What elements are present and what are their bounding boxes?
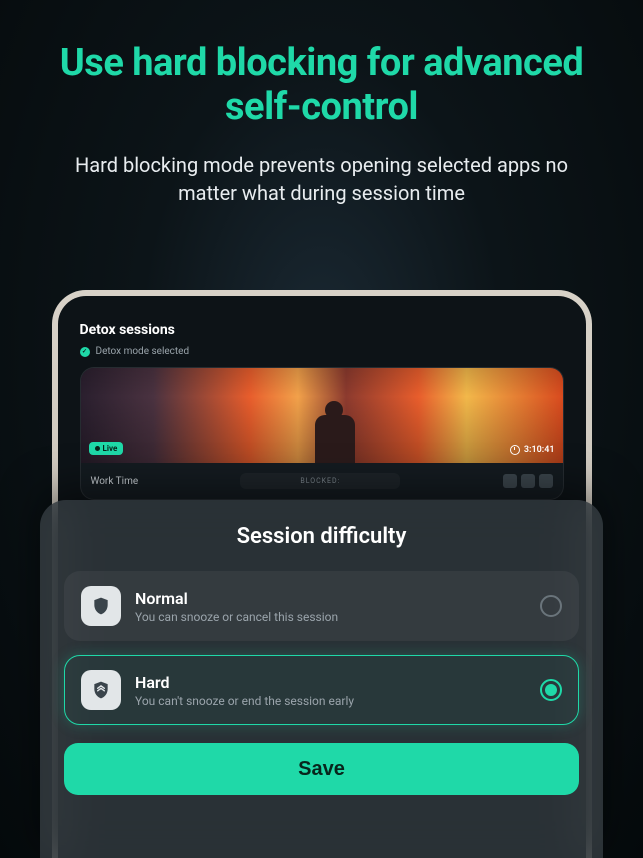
blocked-label: BLOCKED: (240, 473, 400, 489)
hero-title: Use hard blocking for advanced self-cont… (50, 42, 593, 129)
option-desc: You can't snooze or end the session earl… (135, 694, 526, 708)
shield-chevron-icon (81, 670, 121, 710)
difficulty-sheet: Session difficulty Normal You can snooze… (40, 500, 603, 858)
status-row: Detox mode selected (80, 346, 564, 357)
hero-section: Use hard blocking for advanced self-cont… (0, 0, 643, 207)
silhouette-graphic (297, 393, 357, 463)
option-desc: You can snooze or cancel this session (135, 610, 526, 624)
option-title: Hard (135, 673, 526, 692)
clock-icon (510, 445, 520, 455)
session-timer: 3:10:41 (510, 445, 555, 455)
option-hard[interactable]: Hard You can't snooze or end the session… (64, 655, 579, 725)
hero-subtitle: Hard blocking mode prevents opening sele… (50, 151, 593, 207)
sheet-title: Session difficulty (64, 524, 579, 549)
session-row: Work Time BLOCKED: (81, 463, 563, 499)
check-icon (80, 347, 90, 357)
save-button[interactable]: Save (64, 743, 579, 795)
app-icon (503, 474, 517, 488)
session-card[interactable]: Live 3:10:41 Work Time BLOCKED: (80, 367, 564, 500)
option-normal[interactable]: Normal You can snooze or cancel this ses… (64, 571, 579, 641)
session-image: Live 3:10:41 (81, 368, 563, 463)
app-icon (539, 474, 553, 488)
status-text: Detox mode selected (96, 346, 190, 357)
option-title: Normal (135, 589, 526, 608)
session-name: Work Time (91, 476, 139, 487)
radio-checked[interactable] (540, 679, 562, 701)
radio-unchecked[interactable] (540, 595, 562, 617)
blocked-app-icons (503, 474, 553, 488)
live-badge: Live (89, 442, 124, 455)
app-icon (521, 474, 535, 488)
screen-heading: Detox sessions (80, 322, 564, 338)
shield-icon (81, 586, 121, 626)
